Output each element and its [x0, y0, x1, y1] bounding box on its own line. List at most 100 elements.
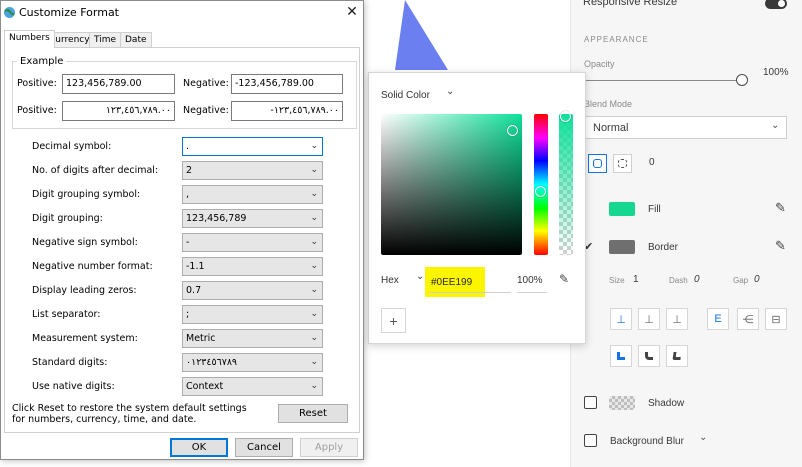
- digit-grouping-value: 123,456,789: [186, 213, 247, 224]
- chevron-down-icon[interactable]: ⌄: [416, 271, 424, 282]
- standard-digits-combo[interactable]: ٠١٢٣٤٥٦٧٨٩ ⌄: [182, 353, 323, 372]
- digit-grouping-combo[interactable]: 123,456,789 ⌄: [182, 209, 323, 228]
- tab-date[interactable]: Date: [120, 32, 152, 48]
- stroke-inner-button[interactable]: ⊥: [610, 308, 632, 330]
- standard-digits-label: Standard digits:: [32, 357, 108, 368]
- digit-grouping-symbol-value: ,: [186, 189, 190, 200]
- chevron-down-icon[interactable]: ⌄: [446, 86, 454, 97]
- join-bevel-icon: [672, 352, 682, 360]
- blend-mode-dropdown[interactable]: Normal ⌄: [584, 116, 787, 139]
- selected-shape[interactable]: [395, 0, 448, 70]
- line-cap-round-button[interactable]: ⋲: [737, 308, 759, 330]
- customize-format-dialog: Customize Format ✕ Numbers Currency Time…: [0, 0, 364, 460]
- eyedropper-icon[interactable]: ✎: [559, 272, 569, 286]
- join-round-button[interactable]: [638, 345, 660, 367]
- use-native-digits-value: Context: [186, 381, 224, 392]
- color-opacity-value[interactable]: 100%: [517, 275, 543, 286]
- add-swatch-button[interactable]: +: [381, 308, 406, 333]
- per-corner-button[interactable]: [613, 154, 632, 173]
- saturation-value-field[interactable]: [381, 114, 522, 255]
- sv-picker-knob[interactable]: [507, 125, 518, 136]
- standard-digits-value: ٠١٢٣٤٥٦٧٨٩: [186, 357, 238, 368]
- display-leading-zeros-label: Display leading zeros:: [32, 285, 137, 296]
- border-dash-value[interactable]: 0: [694, 274, 700, 285]
- negative-native-example-value: -١٢٣,٤٥٦,٧٨٩.٠٠: [270, 105, 339, 116]
- apply-button[interactable]: Apply: [300, 438, 358, 457]
- list-separator-label: List separator:: [32, 309, 101, 320]
- alpha-slider-knob[interactable]: [560, 111, 571, 122]
- chevron-down-icon: ⌄: [310, 237, 318, 247]
- negative-sign-symbol-combo[interactable]: - ⌄: [182, 233, 323, 252]
- opacity-slider-track[interactable]: [584, 80, 742, 81]
- fill-color-swatch[interactable]: [609, 202, 635, 216]
- digits-after-decimal-value: 2: [186, 165, 193, 176]
- corner-radius-value[interactable]: 0: [649, 157, 655, 168]
- hex-input-value: #0EE199: [431, 276, 473, 288]
- negative-native-label: Negative:: [183, 105, 229, 116]
- opacity-input-underline: [517, 292, 547, 293]
- digit-grouping-symbol-label: Digit grouping symbol:: [32, 189, 141, 200]
- blend-mode-value: Normal: [593, 122, 629, 134]
- shadow-color-swatch[interactable]: [609, 396, 635, 410]
- chevron-down-icon: ⌄: [310, 357, 318, 367]
- list-separator-value: ;: [186, 309, 190, 320]
- shadow-checkbox[interactable]: [584, 396, 597, 409]
- cancel-button[interactable]: Cancel: [235, 438, 293, 457]
- tab-time[interactable]: Time: [89, 32, 122, 48]
- alpha-slider[interactable]: [559, 111, 573, 255]
- rounded-square-icon: [593, 159, 602, 168]
- tab-numbers[interactable]: Numbers: [4, 30, 55, 48]
- display-leading-zeros-combo[interactable]: 0.7 ⌄: [182, 281, 323, 300]
- chevron-down-icon: ⌄: [771, 120, 780, 131]
- measurement-system-value: Metric: [186, 333, 216, 344]
- background-blur-checkbox[interactable]: [584, 434, 597, 447]
- close-button[interactable]: ✕: [343, 3, 361, 21]
- line-cap-square-button[interactable]: ⊟: [765, 308, 787, 330]
- stroke-outer-icon: ⊥: [672, 313, 682, 326]
- hex-label: Hex: [381, 275, 399, 286]
- ok-button[interactable]: OK: [170, 438, 228, 457]
- negative-native-example-field: -١٢٣,٤٥٦,٧٨٩.٠٠: [231, 101, 343, 121]
- responsive-resize-toggle[interactable]: [765, 0, 787, 9]
- digits-after-decimal-label: No. of digits after decimal:: [32, 165, 159, 176]
- border-size-value[interactable]: 1: [633, 274, 639, 285]
- fill-checkbox-partial[interactable]: [586, 203, 599, 216]
- opacity-slider-knob[interactable]: [736, 74, 748, 86]
- border-gap-label: Gap: [733, 276, 749, 285]
- use-native-digits-combo[interactable]: Context ⌄: [182, 377, 323, 396]
- reset-button-label: Reset: [299, 408, 327, 419]
- measurement-system-combo[interactable]: Metric ⌄: [182, 329, 323, 348]
- decimal-symbol-combo[interactable]: . ⌄: [182, 137, 323, 156]
- border-color-swatch[interactable]: [609, 240, 635, 254]
- stroke-outer-button[interactable]: ⊥: [666, 308, 688, 330]
- chevron-down-icon: ⌄: [310, 189, 318, 199]
- join-round-icon: [645, 352, 653, 360]
- negative-label: Negative:: [183, 78, 229, 89]
- color-mode-label[interactable]: Solid Color: [381, 90, 430, 101]
- join-miter-button[interactable]: [610, 345, 632, 367]
- display-leading-zeros-value: 0.7: [186, 285, 202, 296]
- decimal-symbol-value: .: [186, 141, 190, 152]
- chevron-down-icon[interactable]: ⌄: [699, 432, 707, 443]
- digits-after-decimal-combo[interactable]: 2 ⌄: [182, 161, 323, 180]
- line-cap-butt-button[interactable]: E: [707, 308, 729, 330]
- color-picker-popup: Solid Color ⌄ Hex ⌄ #0EE199 100% ✎ +: [368, 72, 586, 344]
- eyedropper-icon[interactable]: ✎: [775, 200, 786, 216]
- hue-slider[interactable]: [534, 114, 548, 255]
- uniform-corner-button[interactable]: [588, 154, 607, 173]
- eyedropper-icon[interactable]: ✎: [775, 238, 786, 254]
- background-blur-label: Background Blur: [610, 436, 684, 447]
- digit-grouping-symbol-combo[interactable]: , ⌄: [182, 185, 323, 204]
- stroke-center-button[interactable]: ⊥: [638, 308, 660, 330]
- fill-label: Fill: [648, 204, 661, 215]
- negative-number-format-combo[interactable]: -1.1 ⌄: [182, 257, 323, 276]
- positive-example-field: 123,456,789.00: [62, 74, 175, 94]
- list-separator-combo[interactable]: ; ⌄: [182, 305, 323, 324]
- border-gap-value[interactable]: 0: [754, 274, 760, 285]
- dialog-title: Customize Format: [19, 6, 119, 19]
- reset-button[interactable]: Reset: [278, 404, 348, 423]
- hue-slider-knob[interactable]: [535, 186, 546, 197]
- opacity-value[interactable]: 100%: [763, 67, 789, 78]
- positive-example-value: 123,456,789.00: [66, 78, 142, 89]
- join-bevel-button[interactable]: [666, 345, 688, 367]
